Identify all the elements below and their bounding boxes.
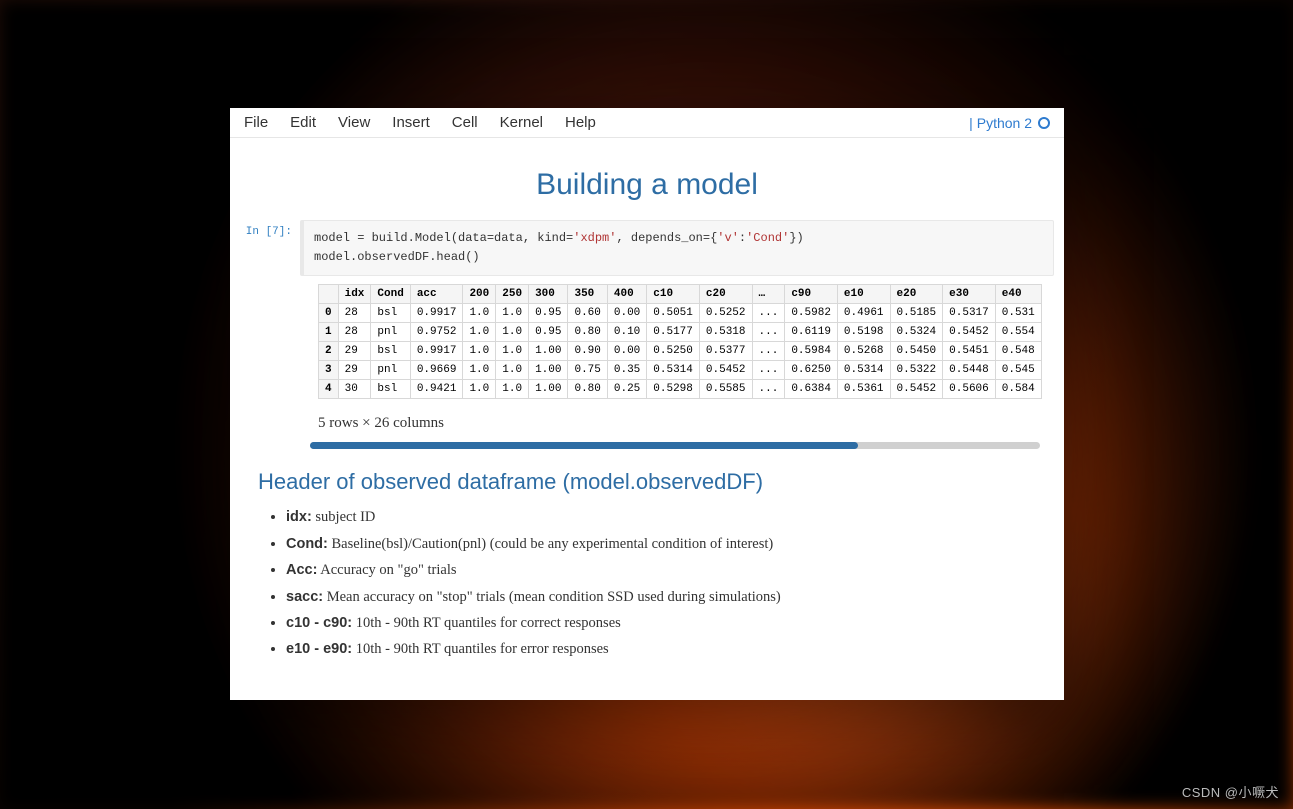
menu-help[interactable]: Help — [565, 114, 596, 131]
notebook-window: File Edit View Insert Cell Kernel Help |… — [230, 108, 1064, 700]
kernel-indicator[interactable]: | Python 2 — [969, 115, 1050, 131]
section-header: Header of observed dataframe (model.obse… — [258, 469, 1054, 495]
scrollbar-thumb[interactable] — [310, 442, 858, 449]
menubar: File Edit View Insert Cell Kernel Help |… — [230, 108, 1064, 138]
menu-insert[interactable]: Insert — [392, 114, 430, 131]
table-row: 229bsl0.99171.01.01.000.900.000.52500.53… — [319, 342, 1042, 361]
dataframe-footer: 5 rows × 26 columns — [318, 415, 1054, 432]
menu-cell[interactable]: Cell — [452, 114, 478, 131]
dataframe-table: idxCondacc 200250300 350400c10 c20…c90 e… — [318, 284, 1042, 399]
menu-file[interactable]: File — [244, 114, 268, 131]
kernel-status-icon — [1038, 117, 1050, 129]
list-item: e10 - e90: 10th - 90th RT quantiles for … — [286, 637, 1054, 662]
menu-kernel[interactable]: Kernel — [500, 114, 543, 131]
horizontal-scrollbar[interactable] — [310, 442, 1040, 449]
menu-view[interactable]: View — [338, 114, 370, 131]
list-item: Acc: Accuracy on "go" trials — [286, 558, 1054, 583]
table-row: 028bsl0.99171.01.00.950.600.000.50510.52… — [319, 304, 1042, 323]
code-input[interactable]: model = build.Model(data=data, kind='xdp… — [300, 220, 1054, 276]
output-area: idxCondacc 200250300 350400c10 c20…c90 e… — [318, 284, 1054, 407]
page-title: Building a model — [240, 168, 1054, 202]
menu-edit[interactable]: Edit — [290, 114, 316, 131]
watermark: CSDN @小噘犬 — [1182, 782, 1279, 801]
list-item: Cond: Baseline(bsl)/Caution(pnl) (could … — [286, 532, 1054, 557]
table-row: 128pnl0.97521.01.00.950.800.100.51770.53… — [319, 323, 1042, 342]
table-header-row: idxCondacc 200250300 350400c10 c20…c90 e… — [319, 285, 1042, 304]
code-cell[interactable]: In [7]: model = build.Model(data=data, k… — [240, 220, 1054, 276]
field-list: idx: subject ID Cond: Baseline(bsl)/Caut… — [286, 505, 1054, 662]
list-item: idx: subject ID — [286, 505, 1054, 530]
table-row: 430bsl0.94211.01.01.000.800.250.52980.55… — [319, 380, 1042, 399]
list-item: c10 - c90: 10th - 90th RT quantiles for … — [286, 611, 1054, 636]
input-prompt: In [7]: — [240, 220, 300, 276]
kernel-name: Python 2 — [977, 115, 1032, 131]
notebook-content: Building a model In [7]: model = build.M… — [230, 138, 1064, 694]
table-row: 329pnl0.96691.01.01.000.750.350.53140.54… — [319, 361, 1042, 380]
list-item: sacc: Mean accuracy on "stop" trials (me… — [286, 585, 1054, 610]
